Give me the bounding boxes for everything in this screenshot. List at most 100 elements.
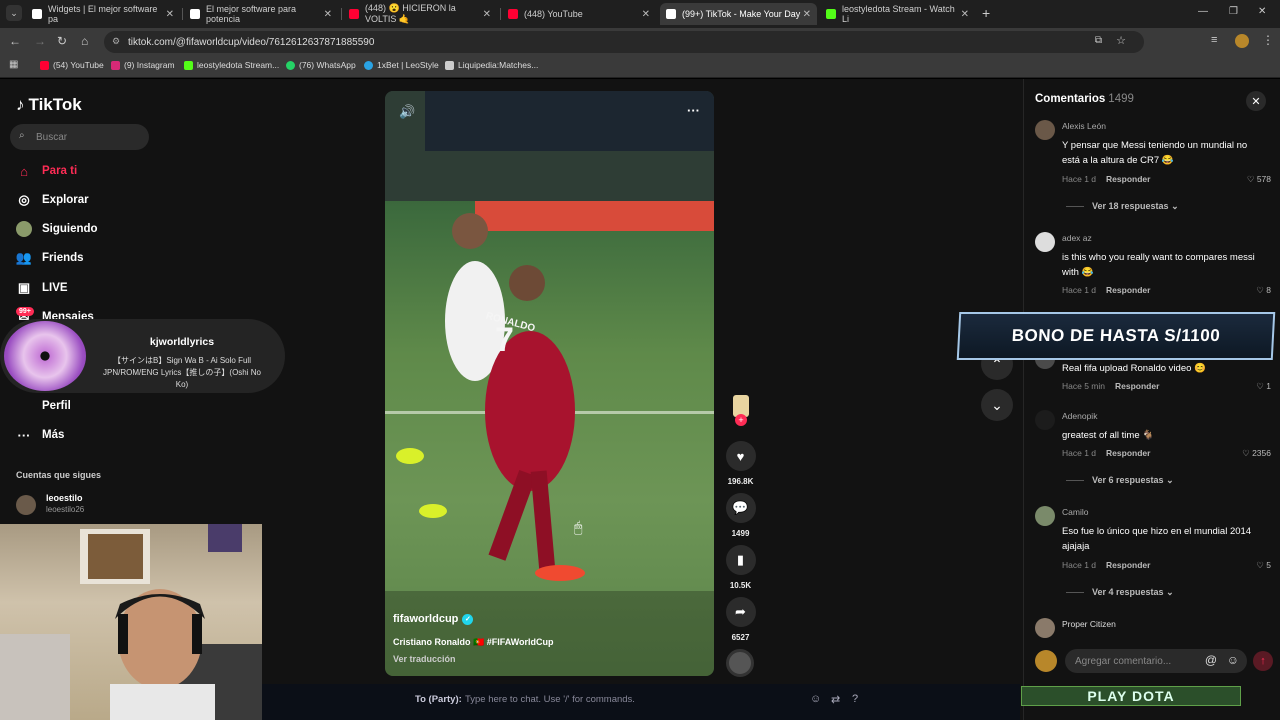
close-comments-button[interactable]: ✕ — [1246, 91, 1266, 111]
next-video-button[interactable]: ⌄ — [981, 389, 1013, 421]
avatar[interactable] — [1035, 410, 1055, 430]
music-artist: kjworldlyrics — [149, 336, 215, 348]
translate-icon[interactable]: ⇄ — [831, 693, 840, 706]
tab-widgets[interactable]: Widgets | El mejor software pa ✕ — [26, 3, 180, 25]
window-close-icon[interactable]: ✕ — [1258, 6, 1266, 17]
share-button[interactable]: ➦ 6527 — [724, 597, 757, 642]
tab-kick-stream[interactable]: leostyledota Stream - Watch Li ✕ — [820, 3, 975, 25]
avatar[interactable] — [1035, 618, 1055, 638]
following-username[interactable]: leoestilo — [46, 493, 83, 503]
more-options-icon[interactable]: ··· — [687, 103, 700, 118]
like-button[interactable]: ♥ 196.8K — [724, 441, 757, 486]
sidebar-item-para-ti[interactable]: ⌂ Para ti — [16, 163, 77, 179]
likes-count: 1 — [1266, 381, 1271, 391]
comment-user[interactable]: Proper Citizen — [1062, 619, 1116, 629]
music-disc-icon[interactable] — [726, 649, 754, 677]
menu-icon[interactable]: ⋮ — [1262, 33, 1274, 47]
forward-icon[interactable]: → — [34, 34, 46, 48]
comment-likes[interactable]: ♡ 1 — [1256, 381, 1271, 392]
view-replies-button[interactable]: Ver 4 respuestas ⌄ — [1066, 587, 1174, 598]
bookmark-kick[interactable]: leostyledota Stream... — [184, 60, 279, 70]
bookmark-whatsapp[interactable]: (76) WhatsApp — [286, 60, 356, 70]
minimize-icon[interactable]: — — [1198, 6, 1208, 17]
video-author[interactable]: fifaworldcup ✓ — [393, 613, 474, 625]
video-player[interactable]: 7 RONALDO 🔊 ··· fifaworldcup ✓ Cristiano … — [385, 91, 714, 676]
reply-button[interactable]: Responder — [1106, 174, 1150, 184]
comment-user[interactable]: Alexis León — [1062, 121, 1106, 131]
reload-icon[interactable]: ↻ — [57, 34, 67, 48]
bookmark-1xbet[interactable]: 1xBet | LeoStyle — [364, 60, 439, 70]
banner-text: BONO DE HASTA S/1100 — [1011, 326, 1221, 345]
close-icon[interactable]: ✕ — [324, 9, 332, 20]
mention-icon[interactable]: @ — [1205, 653, 1217, 667]
help-icon[interactable]: ? — [852, 693, 858, 705]
comment-likes[interactable]: ♡ 8 — [1256, 285, 1271, 296]
tab-software[interactable]: El mejor software para potencia ✕ — [184, 3, 338, 25]
tab-search-icon[interactable]: ⌄ — [6, 5, 22, 21]
comment-user[interactable]: Camilo — [1062, 507, 1088, 517]
comment-text: is this who you really want to compares … — [1062, 252, 1255, 278]
back-icon[interactable]: ← — [9, 34, 21, 48]
close-icon[interactable]: ✕ — [803, 9, 811, 20]
sidebar-item-perfil[interactable]: Perfil — [16, 398, 71, 414]
bookmark-youtube[interactable]: (54) YouTube — [40, 60, 104, 70]
site-info-icon[interactable]: ⚙ — [112, 36, 120, 47]
send-button[interactable]: ↑ — [1253, 651, 1273, 671]
close-icon[interactable]: ✕ — [483, 9, 491, 20]
volume-icon[interactable]: 🔊 — [399, 104, 415, 120]
new-tab-icon[interactable]: + — [982, 5, 990, 21]
media-icon[interactable]: ≡ — [1211, 34, 1217, 46]
comment-input[interactable]: Agregar comentario... @ ☺ — [1065, 649, 1247, 673]
install-icon[interactable]: ⧉ — [1095, 35, 1102, 46]
sidebar-item-siguiendo[interactable]: Siguiendo — [16, 221, 98, 237]
bookmark-liquipedia[interactable]: Liquipedia:Matches... — [445, 60, 538, 70]
home-icon[interactable]: ⌂ — [81, 34, 88, 48]
tab-tiktok[interactable]: (99+) TikTok - Make Your Day ✕ — [660, 3, 817, 25]
tiktok-logo[interactable]: ♪ TikTok — [16, 95, 82, 115]
comment-likes[interactable]: ♡ 2356 — [1242, 448, 1271, 459]
tab-youtube[interactable]: (448) YouTube ✕ — [502, 3, 656, 25]
avatar[interactable] — [1035, 232, 1055, 252]
emoji-icon[interactable]: ☺ — [810, 693, 821, 705]
game-chat-bar: To (Party): Type here to chat. Use '/' f… — [262, 684, 1020, 720]
search-input[interactable]: ⌕ Buscar — [10, 124, 149, 150]
sidebar-item-live[interactable]: ▣ LIVE — [16, 280, 68, 296]
bookmark-instagram[interactable]: (9) Instagram — [111, 60, 175, 70]
comment-likes[interactable]: ♡ 5 — [1256, 560, 1271, 571]
reply-button[interactable]: Responder — [1115, 381, 1159, 391]
close-icon[interactable]: ✕ — [166, 9, 174, 20]
bookmark-star-icon[interactable]: ☆ — [1116, 34, 1126, 47]
view-replies-button[interactable]: Ver 18 respuestas ⌄ — [1066, 201, 1179, 212]
address-bar[interactable]: ⚙ tiktok.com/@fifaworldcup/video/7612612… — [104, 31, 1144, 53]
apps-icon[interactable]: ▦ — [9, 59, 18, 70]
avatar[interactable] — [1035, 120, 1055, 140]
avatar[interactable] — [16, 495, 36, 515]
profile-avatar-icon[interactable] — [1235, 34, 1249, 48]
kick-icon — [184, 60, 193, 70]
reply-button[interactable]: Responder — [1106, 285, 1150, 295]
follow-plus-icon[interactable]: + — [735, 414, 747, 426]
translate-link[interactable]: Ver traducción — [393, 654, 456, 664]
comment-user[interactable]: adex az — [1062, 233, 1092, 243]
view-replies-button[interactable]: Ver 6 respuestas ⌄ — [1066, 475, 1174, 486]
restore-icon[interactable]: ❐ — [1229, 6, 1238, 17]
emoji-icon[interactable]: ☺ — [1227, 653, 1239, 667]
author-name: fifaworldcup — [393, 613, 459, 625]
comment-button[interactable]: 💬 1499 — [724, 493, 757, 538]
comment-likes[interactable]: ♡ 578 — [1247, 174, 1271, 185]
reply-button[interactable]: Responder — [1106, 448, 1150, 458]
sidebar-item-friends[interactable]: 👥 Friends — [16, 250, 84, 266]
chat-prefix: To (Party): — [415, 694, 462, 705]
close-icon[interactable]: ✕ — [642, 9, 650, 20]
reply-button[interactable]: Responder — [1106, 560, 1150, 570]
comment-user[interactable]: Adenopik — [1062, 411, 1097, 421]
play-dota-button[interactable]: PLAY DOTA — [1021, 686, 1241, 706]
close-icon[interactable]: ✕ — [961, 9, 969, 20]
sidebar-item-mas[interactable]: ··· Más — [16, 427, 65, 443]
sidebar-item-explorar[interactable]: ◎ Explorar — [16, 192, 88, 208]
avatar[interactable] — [1035, 506, 1055, 526]
friends-icon: 👥 — [15, 250, 33, 265]
tab-youtube-voltis[interactable]: (448) 😮 HICIERON la VOLTIS 🤙 ✕ — [343, 3, 497, 25]
save-button[interactable]: ▮ 10.5K — [724, 545, 757, 590]
chat-input[interactable]: Type here to chat. Use '/' for commands. — [465, 694, 635, 705]
